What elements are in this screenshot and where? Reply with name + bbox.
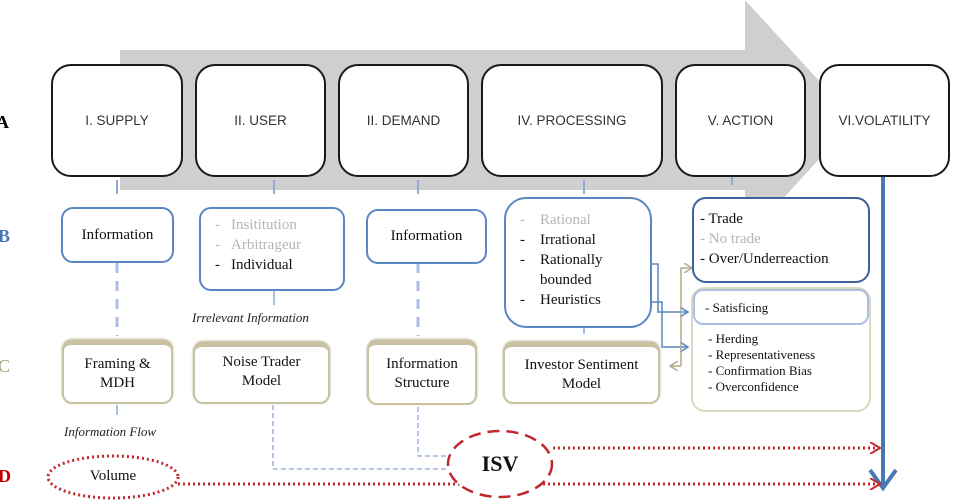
stage-label: II. DEMAND: [366, 113, 441, 128]
processing-item-active: - Irrational: [520, 232, 596, 248]
satisficing-box: - Satisficing: [693, 289, 869, 325]
model-line2: Model: [241, 372, 282, 389]
row-label-d: D: [0, 466, 11, 486]
stage-action: V. ACTION: [675, 64, 806, 177]
model-line2: Structure: [394, 375, 450, 391]
processing-item-active: - Rationally: [520, 252, 603, 268]
investor-sentiment-model-box: Investor Sentiment Model: [503, 342, 660, 404]
stage-label: V. ACTION: [707, 113, 774, 128]
processing-item: - Rational: [520, 212, 591, 228]
information-flow-annotation: Information Flow: [64, 424, 157, 439]
stage-volatility: VI.VOLATILITY: [819, 64, 950, 177]
noise-trader-to-isv: [272, 405, 452, 470]
stage-processing: IV. PROCESSING: [481, 64, 663, 177]
action-type-box: - Trade - No trade - Over/Underreaction: [692, 197, 870, 283]
action-item: - No trade: [700, 231, 761, 247]
user-type-item-active: - Individual: [215, 257, 293, 273]
stage-demand: II. DEMAND: [338, 64, 469, 177]
framing-mdh-box: Framing & MDH: [62, 340, 173, 404]
model-line1: Noise Trader: [222, 353, 301, 370]
volume-label: Volume: [89, 468, 137, 484]
information-structure-box: Information Structure: [367, 340, 477, 405]
stage-label: IV. PROCESSING: [517, 113, 627, 128]
processing-type-box: - Rational - Irrational - Rationally bounde…: [504, 197, 652, 328]
stage-label: I. SUPPLY: [85, 113, 149, 128]
model-line1: Framing &: [84, 355, 151, 372]
model-line1: Investor Sentiment: [524, 356, 639, 373]
demand-information-box: Information: [366, 209, 487, 264]
action-item-active: - Over/Underreaction: [700, 251, 829, 267]
bias-item: - Overconfidence: [708, 379, 799, 394]
bias-item: - Confirmation Bias: [708, 363, 812, 378]
irrelevant-information-annotation: Irrelevant Information: [192, 310, 309, 325]
processing-item-active: bounded: [540, 272, 592, 288]
processing-item-active: - Heuristics: [520, 292, 601, 308]
model-line1: Information: [386, 356, 458, 372]
row-label-a: A: [0, 112, 9, 132]
stage-label: II. USER: [234, 113, 287, 128]
bias-item: - Herding: [708, 331, 759, 346]
user-type-item: - Arbitrageur: [215, 237, 301, 253]
bias-item: - Representativeness: [708, 347, 816, 362]
information-volatility-diagram: A B C D I. SUPPLY II. USER II. DEMAND IV…: [0, 0, 954, 500]
bias-list: - Herding - Representativeness - Confirm…: [708, 331, 815, 395]
stage-user: II. USER: [195, 64, 326, 177]
model-line2: MDH: [99, 374, 135, 391]
stage-supply: I. SUPPLY: [51, 64, 183, 177]
info-structure-to-isv: [417, 407, 452, 457]
user-type-item: - Insititution: [215, 217, 297, 233]
stage-label: VI.VOLATILITY: [838, 113, 931, 128]
row-label-b: B: [0, 226, 11, 246]
row-label-c: C: [0, 356, 11, 376]
satisficing-label: - Satisficing: [705, 300, 769, 315]
action-item-active: - Trade: [700, 211, 743, 227]
noise-trader-model-box: Noise Trader Model: [193, 342, 330, 404]
isv-label: ISV: [481, 451, 519, 476]
user-type-box: - Insititution - Arbitrageur - Individual: [199, 207, 345, 291]
supply-information-box: Information: [61, 207, 174, 263]
supply-information-label: Information: [81, 226, 154, 243]
model-line2: Model: [561, 375, 602, 392]
demand-information-label: Information: [390, 228, 463, 244]
